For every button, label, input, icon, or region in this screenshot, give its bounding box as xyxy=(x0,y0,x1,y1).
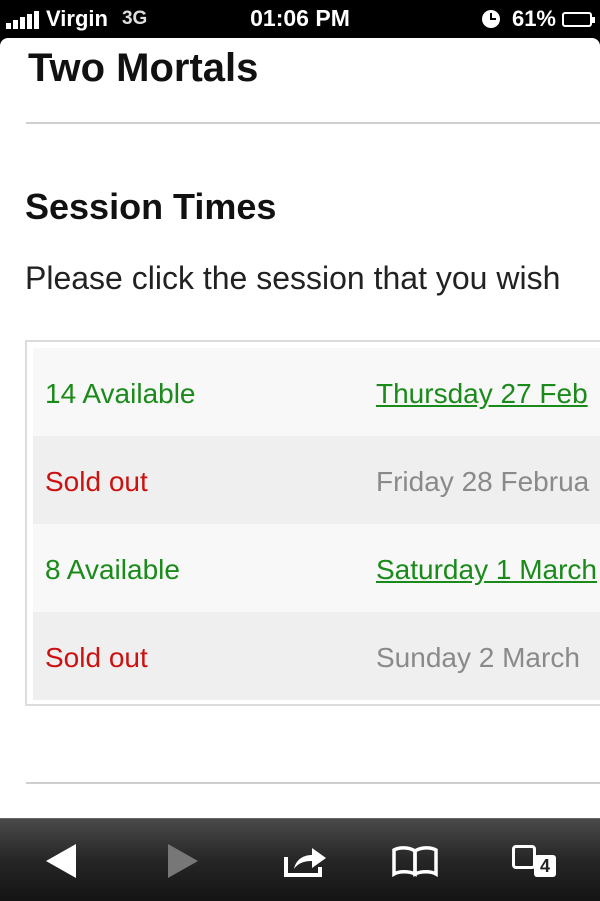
forward-button[interactable] xyxy=(158,839,208,883)
show-title: Two Mortals xyxy=(28,46,259,90)
tabs-button[interactable]: 4 xyxy=(510,839,560,883)
battery-percent: 61% xyxy=(511,6,556,31)
session-row: 14 Available Thursday 27 Feb xyxy=(33,348,600,436)
browser-toolbar: 4 xyxy=(0,818,600,901)
session-date-link[interactable]: Thursday 27 Feb xyxy=(376,378,588,410)
session-date: Friday 28 Februa xyxy=(376,466,590,497)
share-icon xyxy=(284,848,326,877)
status-right: 61% xyxy=(481,6,595,32)
tab-count-badge: 4 xyxy=(534,855,556,877)
back-button[interactable] xyxy=(36,839,86,883)
session-row: 8 Available Saturday 1 March xyxy=(33,524,600,612)
session-date: Sunday 2 March xyxy=(376,642,580,673)
divider xyxy=(26,782,600,784)
session-status: 14 Available xyxy=(45,378,196,409)
bookmarks-button[interactable] xyxy=(390,839,440,883)
session-status: Sold out xyxy=(45,642,148,673)
divider xyxy=(26,122,600,124)
status-bar: Virgin 3G 01:06 PM 61% xyxy=(0,0,600,38)
orientation-lock-icon xyxy=(481,10,500,28)
instructions-text: Please click the session that you wish xyxy=(25,260,561,296)
tabs-icon xyxy=(512,845,536,869)
session-status: Sold out xyxy=(45,466,148,497)
web-page: Two Mortals Session Times Please click t… xyxy=(0,38,600,818)
bookmarks-icon xyxy=(392,846,438,877)
section-title: Session Times xyxy=(25,186,277,227)
session-row: Sold out Sunday 2 March xyxy=(33,612,600,700)
share-button[interactable] xyxy=(280,839,330,883)
session-status: 8 Available xyxy=(45,554,180,585)
session-date-link[interactable]: Saturday 1 March xyxy=(376,554,597,586)
session-row: Sold out Friday 28 Februa xyxy=(33,436,600,524)
battery-icon xyxy=(562,11,595,27)
sessions-table: 14 Available Thursday 27 Feb Sold out Fr… xyxy=(25,340,600,706)
back-icon xyxy=(46,844,76,878)
forward-icon xyxy=(168,844,198,878)
